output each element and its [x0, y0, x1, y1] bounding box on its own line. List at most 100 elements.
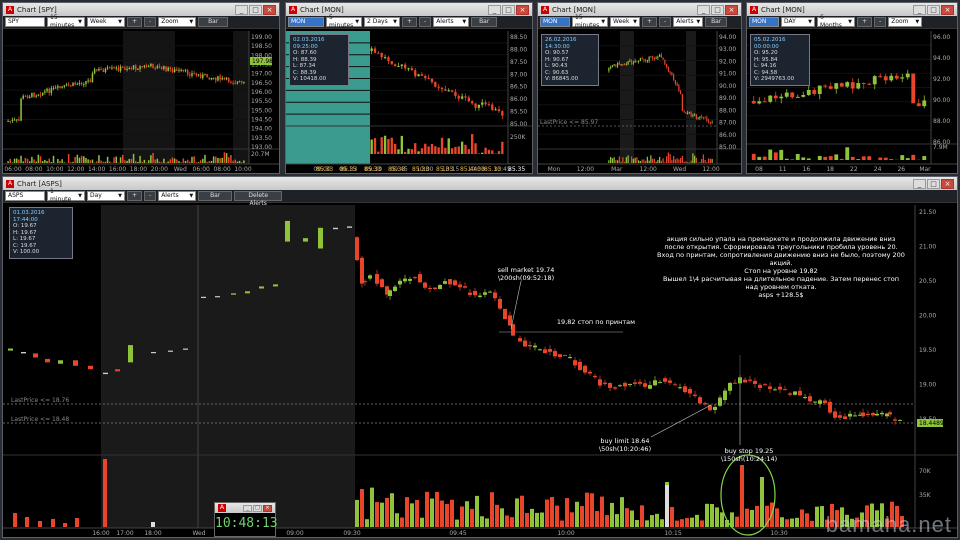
- zoom-out-button[interactable]: -: [144, 17, 157, 27]
- zoom-out-button[interactable]: -: [874, 17, 887, 27]
- clock-widget[interactable]: A _ □ × 10:48:13: [214, 502, 278, 537]
- symbol-input[interactable]: MON: [288, 17, 324, 27]
- alerts-select[interactable]: Alerts ▼: [158, 191, 197, 201]
- zoom-out-button[interactable]: -: [419, 17, 432, 27]
- minimize-icon[interactable]: _: [913, 4, 926, 15]
- mon3-plot[interactable]: 96.00 94.00 92.00 90.00 88.00 86.00 08 11 16 18 22…: [747, 31, 957, 173]
- range-select[interactable]: 2 Days ▼: [364, 17, 400, 27]
- symbol-input[interactable]: MON: [540, 17, 570, 27]
- mon3-titlebar[interactable]: A Chart [MON] _ □ ×: [747, 3, 957, 16]
- volume-bar: [223, 152, 226, 163]
- volume-bar: [676, 158, 678, 163]
- minimize-icon[interactable]: _: [697, 4, 710, 15]
- symbol-input[interactable]: ASPS: [5, 191, 45, 201]
- maximize-icon[interactable]: □: [927, 178, 940, 189]
- clock-titlebar[interactable]: A _ □ ×: [215, 503, 275, 513]
- volume-bar: [41, 161, 44, 163]
- maximize-icon[interactable]: □: [927, 4, 940, 15]
- volume-bar: [735, 516, 739, 527]
- range-select[interactable]: Week ▼: [610, 17, 640, 27]
- price-tick-label: 85.50: [510, 109, 527, 116]
- range-select[interactable]: 6 Months ▼: [817, 14, 855, 29]
- volume-bar: [380, 502, 384, 527]
- bar-button[interactable]: Bar: [198, 17, 229, 27]
- volume-bar: [683, 161, 685, 163]
- volume-bar: [643, 159, 645, 163]
- close-icon[interactable]: ×: [941, 4, 954, 15]
- zoom-in-button[interactable]: +: [642, 17, 658, 27]
- close-icon[interactable]: ×: [941, 178, 954, 189]
- zoom-select[interactable]: Zoom ▼: [888, 17, 923, 27]
- mon1-plot[interactable]: 88.50 88.00 87.50 87.00 86.50 86.00 85.50 85.00…: [286, 31, 532, 173]
- volume-bar: [202, 158, 204, 163]
- volume-bar: [695, 514, 699, 527]
- zoom-out-button[interactable]: -: [659, 17, 672, 27]
- mon1-titlebar[interactable]: A Chart [MON] _ □ ×: [286, 3, 532, 16]
- interval-select[interactable]: 1 minute ▼: [47, 188, 85, 203]
- interval-select[interactable]: DAY ▼: [781, 17, 815, 27]
- candle-body: [673, 384, 677, 386]
- close-icon[interactable]: ×: [725, 4, 738, 15]
- minimize-icon[interactable]: _: [488, 4, 501, 15]
- candle-body: [193, 73, 195, 75]
- symbol-input[interactable]: MON: [749, 17, 779, 27]
- delete-alerts-button[interactable]: Delete Alerts: [234, 191, 283, 207]
- candle-body: [65, 84, 68, 86]
- zoom-in-button[interactable]: +: [402, 17, 418, 27]
- volume-bar: [63, 162, 66, 163]
- candle-body: [613, 387, 617, 389]
- mon2-plot[interactable]: 94.00 93.00 92.00 91.00 90.00 89.00 88.00 87.00…: [538, 31, 741, 173]
- zoom-in-button[interactable]: +: [127, 17, 143, 27]
- maximize-icon[interactable]: □: [249, 4, 262, 15]
- close-icon[interactable]: ×: [263, 4, 276, 15]
- zoom-out-button[interactable]: -: [144, 191, 157, 201]
- volume-bar: [454, 146, 457, 154]
- interval-select[interactable]: 5 minutes ▼: [326, 14, 362, 29]
- candle-body: [474, 103, 477, 108]
- minimize-icon[interactable]: _: [235, 4, 248, 15]
- mon2-titlebar[interactable]: A Chart [MON] _ □ ×: [538, 3, 741, 16]
- minimize-icon[interactable]: _: [243, 504, 252, 512]
- candle-body: [795, 96, 800, 98]
- asps-plot[interactable]: 21.5021.0020.5020.0019.5019.0018.5070K35…: [3, 205, 957, 537]
- interval-select[interactable]: 15 minutes ▼: [47, 14, 85, 29]
- volume-bar: [610, 157, 612, 163]
- candle-body: [573, 360, 577, 366]
- volume-bar: [80, 155, 83, 163]
- candle-body: [538, 349, 542, 351]
- zoom-in-button[interactable]: +: [127, 191, 143, 201]
- zoom-in-button[interactable]: +: [857, 17, 873, 27]
- minimize-icon[interactable]: _: [913, 178, 926, 189]
- maximize-icon[interactable]: □: [502, 4, 515, 15]
- symbol-input[interactable]: SPY: [5, 17, 45, 27]
- candle-body: [788, 393, 792, 395]
- maximize-icon[interactable]: □: [711, 4, 724, 15]
- volume-bar: [57, 158, 59, 163]
- interval-select[interactable]: 15 minutes ▼: [572, 14, 608, 29]
- maximize-icon[interactable]: □: [253, 504, 262, 512]
- candle-body: [238, 81, 241, 83]
- bar-button[interactable]: Bar: [471, 17, 498, 27]
- candle-body: [653, 380, 657, 386]
- spy-titlebar[interactable]: A Chart [SPY] _ □ ×: [3, 3, 279, 16]
- volume-bar: [685, 518, 689, 527]
- close-icon[interactable]: ×: [263, 504, 272, 512]
- range-select[interactable]: Week ▼: [87, 17, 125, 27]
- time-tick-label: 09:30: [343, 530, 360, 537]
- volume-bar: [7, 161, 9, 163]
- range-select[interactable]: Day ▼: [87, 191, 125, 201]
- asps-titlebar[interactable]: A Chart [ASPS] _ □ ×: [3, 177, 957, 190]
- spy-plot[interactable]: 199.00198.50198.00197.50197.00196.50196.…: [3, 31, 279, 173]
- candle-body: [413, 277, 417, 279]
- zoom-select[interactable]: Zoom ▼: [158, 17, 197, 27]
- alerts-select[interactable]: Alerts ▼: [673, 17, 704, 27]
- candle-body: [423, 282, 427, 288]
- volume-bar: [624, 161, 626, 163]
- bar-button[interactable]: Bar: [198, 191, 233, 201]
- alerts-select[interactable]: Alerts ▼: [433, 17, 470, 27]
- bar-button[interactable]: Bar: [705, 17, 728, 27]
- candle-body: [408, 278, 412, 281]
- volume-bar: [46, 161, 48, 163]
- spy-chart-svg[interactable]: 199.00198.50198.00197.50197.00196.50196.…: [3, 31, 279, 173]
- close-icon[interactable]: ×: [516, 4, 529, 15]
